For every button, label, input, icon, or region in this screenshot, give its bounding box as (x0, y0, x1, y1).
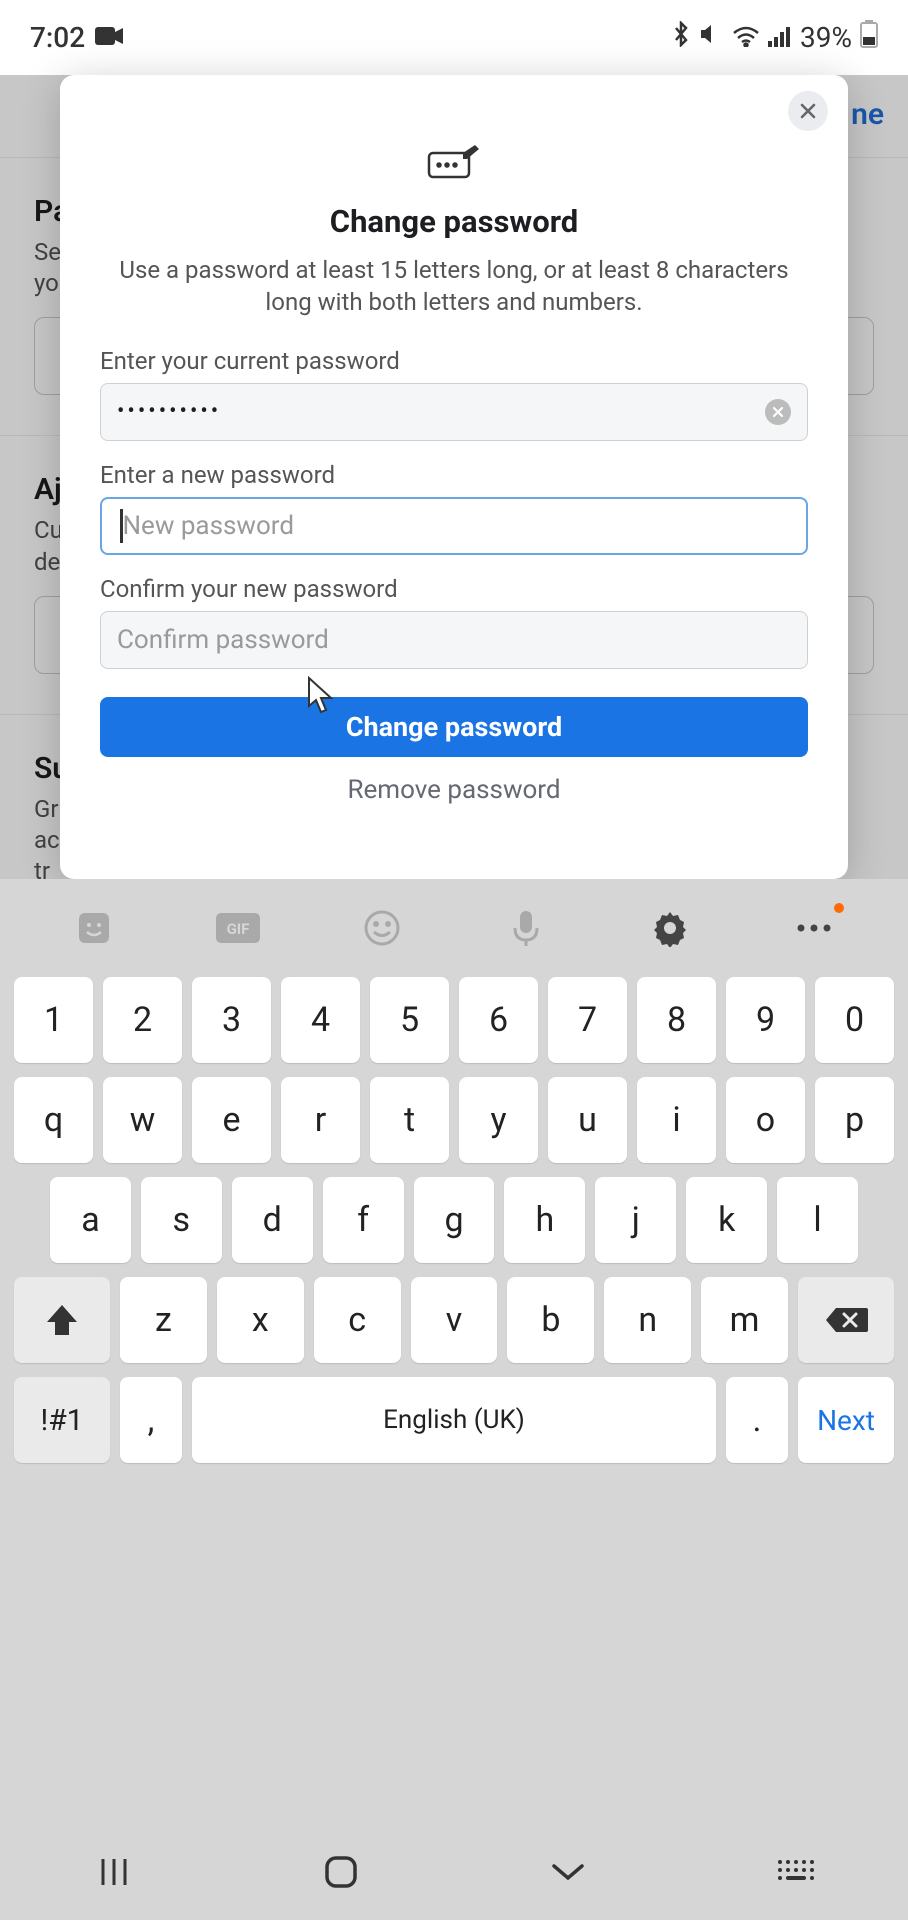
key-e[interactable]: e (192, 1077, 271, 1163)
close-button[interactable] (788, 91, 828, 131)
key-f[interactable]: f (323, 1177, 404, 1263)
settings-icon[interactable] (648, 906, 692, 950)
battery-icon (860, 20, 878, 55)
spacebar-key[interactable]: English (UK) (192, 1377, 716, 1463)
key-u[interactable]: u (548, 1077, 627, 1163)
camera-icon (95, 21, 123, 54)
next-key[interactable]: Next (798, 1377, 894, 1463)
svg-text:GIF: GIF (227, 920, 250, 938)
clear-icon (772, 406, 784, 418)
current-password-label: Enter your current password (100, 347, 808, 375)
confirm-password-placeholder: Confirm password (117, 625, 329, 655)
key-2[interactable]: 2 (103, 977, 182, 1063)
backspace-icon (824, 1304, 868, 1336)
key-q[interactable]: q (14, 1077, 93, 1163)
key-a[interactable]: a (50, 1177, 131, 1263)
new-password-label: Enter a new password (100, 461, 808, 489)
recent-apps-button[interactable] (91, 1849, 137, 1895)
more-icon[interactable] (792, 906, 836, 950)
key-z[interactable]: z (120, 1277, 207, 1363)
backspace-key[interactable] (798, 1277, 894, 1363)
key-s[interactable]: s (141, 1177, 222, 1263)
new-password-placeholder: New password (123, 511, 295, 541)
battery-percent: 39% (800, 21, 852, 54)
key-6[interactable]: 6 (459, 977, 538, 1063)
close-icon (799, 102, 817, 120)
key-8[interactable]: 8 (637, 977, 716, 1063)
soft-keyboard: GIF 1234567890 qwertyuiop asdfghjkl zxcv… (0, 879, 908, 1920)
status-time: 7:02 (30, 21, 85, 54)
keyboard-row-qwerty: qwertyuiop (14, 1077, 894, 1163)
key-w[interactable]: w (103, 1077, 182, 1163)
keyboard-toolbar: GIF (0, 879, 908, 977)
key-y[interactable]: y (459, 1077, 538, 1163)
gif-icon[interactable]: GIF (216, 906, 260, 950)
key-h[interactable]: h (504, 1177, 585, 1263)
key-5[interactable]: 5 (370, 977, 449, 1063)
current-password-input[interactable]: •••••••••• (100, 383, 808, 441)
remove-password-link[interactable]: Remove password (100, 775, 808, 805)
key-b[interactable]: b (507, 1277, 594, 1363)
period-key[interactable]: . (726, 1377, 788, 1463)
home-button[interactable] (318, 1849, 364, 1895)
key-0[interactable]: 0 (815, 977, 894, 1063)
comma-key[interactable]: , (120, 1377, 182, 1463)
shift-key[interactable] (14, 1277, 110, 1363)
password-edit-icon (100, 145, 808, 179)
key-r[interactable]: r (281, 1077, 360, 1163)
symbols-key[interactable]: !#1 (14, 1377, 110, 1463)
signal-icon (768, 21, 792, 54)
confirm-password-label: Confirm your new password (100, 575, 808, 603)
sticker-icon[interactable] (72, 906, 116, 950)
key-o[interactable]: o (726, 1077, 805, 1163)
key-m[interactable]: m (701, 1277, 788, 1363)
mute-icon (698, 21, 724, 54)
key-v[interactable]: v (411, 1277, 498, 1363)
confirm-password-input[interactable]: Confirm password (100, 611, 808, 669)
key-n[interactable]: n (604, 1277, 691, 1363)
key-p[interactable]: p (815, 1077, 894, 1163)
current-password-value: •••••••••• (117, 399, 221, 424)
key-4[interactable]: 4 (281, 977, 360, 1063)
modal-title: Change password (100, 203, 808, 240)
shift-icon (45, 1302, 79, 1338)
bluetooth-icon (672, 21, 690, 54)
key-j[interactable]: j (595, 1177, 676, 1263)
wifi-icon (732, 21, 760, 54)
keyboard-down-button[interactable] (545, 1849, 591, 1895)
mic-icon[interactable] (504, 906, 548, 950)
key-l[interactable]: l (777, 1177, 858, 1263)
keyboard-row-numbers: 1234567890 (14, 977, 894, 1063)
change-password-button[interactable]: Change password (100, 697, 808, 757)
clear-input-button[interactable] (765, 399, 791, 425)
key-k[interactable]: k (686, 1177, 767, 1263)
key-1[interactable]: 1 (14, 977, 93, 1063)
key-7[interactable]: 7 (548, 977, 627, 1063)
key-3[interactable]: 3 (192, 977, 271, 1063)
key-x[interactable]: x (217, 1277, 304, 1363)
emoji-icon[interactable] (360, 906, 404, 950)
statusbar: 7:02 39% (0, 0, 908, 75)
key-g[interactable]: g (414, 1177, 495, 1263)
keyboard-switch-button[interactable] (772, 1849, 818, 1895)
change-password-modal: Change password Use a password at least … (60, 75, 848, 879)
new-password-input[interactable]: New password (100, 497, 808, 555)
key-9[interactable]: 9 (726, 977, 805, 1063)
notification-dot-icon (834, 903, 844, 913)
modal-description: Use a password at least 15 letters long,… (100, 254, 808, 319)
key-d[interactable]: d (232, 1177, 313, 1263)
keyboard-row-zxcv: zxcvbnm (14, 1277, 894, 1363)
key-t[interactable]: t (370, 1077, 449, 1163)
key-i[interactable]: i (637, 1077, 716, 1163)
keyboard-row-bottom: !#1 , English (UK) . Next (14, 1377, 894, 1463)
system-navbar (0, 1824, 908, 1920)
keyboard-row-asdf: asdfghjkl (14, 1177, 894, 1263)
key-c[interactable]: c (314, 1277, 401, 1363)
